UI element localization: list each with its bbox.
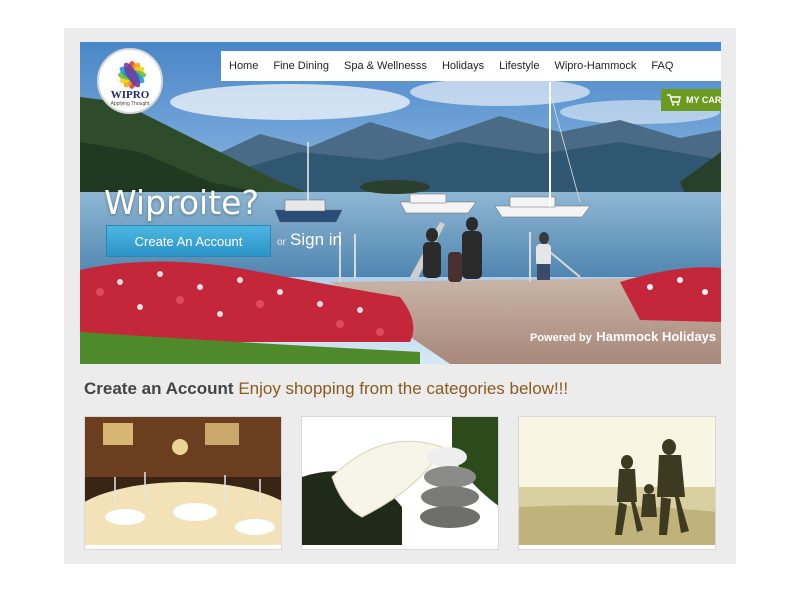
- create-account-button[interactable]: Create An Account: [106, 225, 271, 257]
- logo-tagline: Applying Thought: [110, 101, 150, 107]
- spa-wellness-image: [302, 417, 498, 549]
- nav-item-fine-dining[interactable]: Fine Dining: [273, 60, 329, 72]
- section-title: Create an Account Enjoy shopping from th…: [84, 379, 568, 399]
- powered-by-brand[interactable]: Hammock Holidays: [596, 329, 716, 344]
- holidays-family-image: [519, 417, 715, 549]
- powered-by-prefix: Powered by: [530, 332, 592, 344]
- category-card-fine-dining[interactable]: [84, 416, 282, 550]
- top-nav: Home Fine Dining Spa & Wellnesss Holiday…: [221, 51, 721, 81]
- nav-item-faq[interactable]: FAQ: [651, 60, 673, 72]
- nav-item-wipro-hammock[interactable]: Wipro-Hammock: [554, 60, 636, 72]
- nav-item-spa-wellness[interactable]: Spa & Wellnesss: [344, 60, 427, 72]
- sign-in-link[interactable]: Sign in: [290, 230, 342, 250]
- logo-brand: WIPRO: [110, 89, 150, 101]
- cart-label: MY CART: [686, 95, 721, 105]
- wipro-logo[interactable]: WIPRO Applying Thought: [97, 48, 163, 114]
- section-title-main: Create an Account: [84, 379, 234, 398]
- or-text: or: [277, 237, 286, 248]
- section-subtitle: Enjoy shopping from the categories below…: [238, 379, 569, 398]
- powered-by: Powered by Hammock Holidays: [530, 328, 716, 346]
- nav-item-holidays[interactable]: Holidays: [442, 60, 484, 72]
- my-cart-button[interactable]: MY CART: [661, 89, 721, 111]
- fine-dining-image: [85, 417, 281, 549]
- nav-item-home[interactable]: Home: [229, 60, 258, 72]
- category-card-holidays[interactable]: [518, 416, 716, 550]
- nav-item-lifestyle[interactable]: Lifestyle: [499, 60, 539, 72]
- hero-title: Wiproite?: [104, 183, 259, 222]
- category-card-spa-wellness[interactable]: [301, 416, 499, 550]
- cart-icon: [667, 94, 681, 106]
